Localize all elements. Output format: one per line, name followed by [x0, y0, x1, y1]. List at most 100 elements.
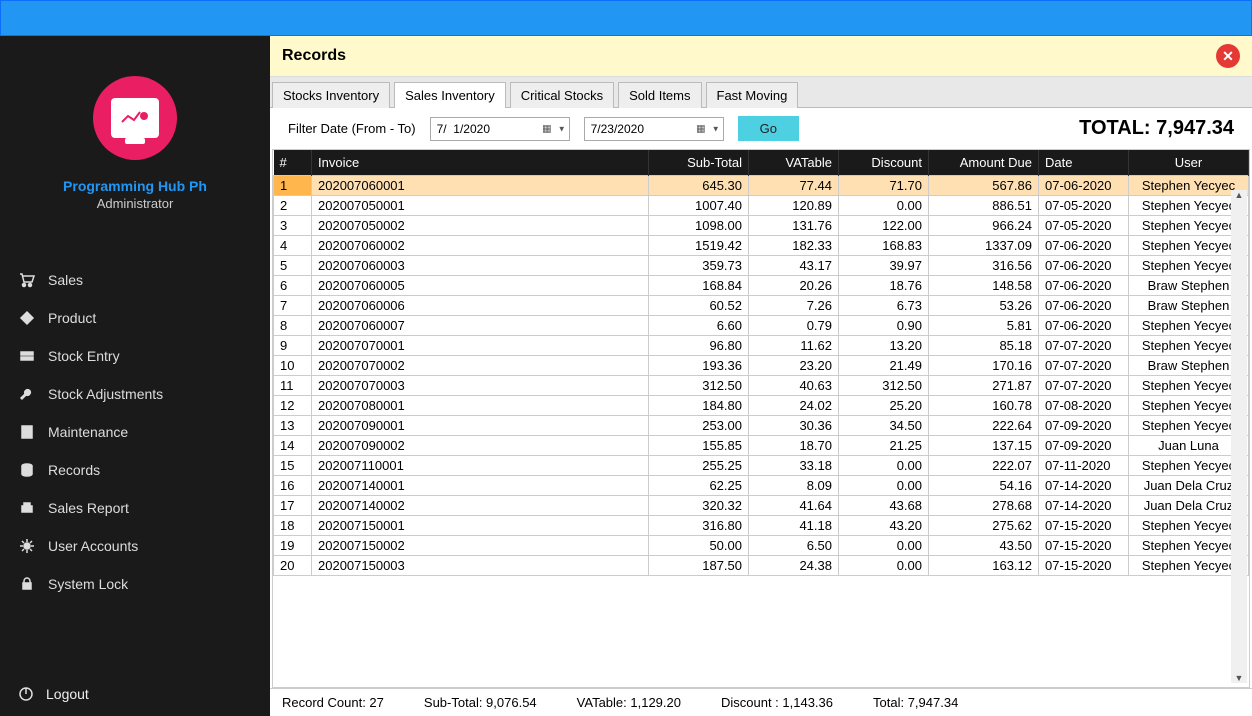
cell: 07-14-2020	[1039, 476, 1129, 496]
col-vatable[interactable]: VATable	[749, 150, 839, 176]
app-logo	[93, 76, 177, 160]
tab-sales-inventory[interactable]: Sales Inventory	[394, 82, 506, 108]
table-row[interactable]: 32020070500021098.00131.76122.00966.2407…	[274, 216, 1249, 236]
cell: 07-07-2020	[1039, 376, 1129, 396]
table-row[interactable]: 1620200714000162.258.090.0054.1607-14-20…	[274, 476, 1249, 496]
cell: 13	[274, 416, 312, 436]
cell: 202007060005	[312, 276, 649, 296]
table-row[interactable]: 14202007090002155.8518.7021.25137.1507-0…	[274, 436, 1249, 456]
table-row[interactable]: 720200706000660.527.266.7353.2607-06-202…	[274, 296, 1249, 316]
nav-item-system-lock[interactable]: System Lock	[0, 565, 270, 603]
table-row[interactable]: 920200707000196.8011.6213.2085.1807-07-2…	[274, 336, 1249, 356]
nav-label: System Lock	[48, 576, 128, 592]
cell: 07-09-2020	[1039, 436, 1129, 456]
cell: 7.26	[749, 296, 839, 316]
table-row[interactable]: 82020070600076.600.790.905.8107-06-2020S…	[274, 316, 1249, 336]
cell: 202007070003	[312, 376, 649, 396]
table-row[interactable]: 10202007070002193.3623.2021.49170.1607-0…	[274, 356, 1249, 376]
table-row[interactable]: 42020070600021519.42182.33168.831337.090…	[274, 236, 1249, 256]
cell: 18	[274, 516, 312, 536]
cell: 07-15-2020	[1039, 536, 1129, 556]
cell: 07-14-2020	[1039, 496, 1129, 516]
tag-icon	[18, 309, 36, 327]
tab-fast-moving[interactable]: Fast Moving	[706, 82, 799, 108]
close-button[interactable]: ✕	[1216, 44, 1240, 68]
nav-item-product[interactable]: Product	[0, 299, 270, 337]
title-bar	[0, 0, 1252, 36]
cell: 7	[274, 296, 312, 316]
nav-item-maintenance[interactable]: Maintenance	[0, 413, 270, 451]
table-row[interactable]: 15202007110001255.2533.180.00222.0707-11…	[274, 456, 1249, 476]
table-row[interactable]: 1202007060001645.3077.4471.70567.8607-06…	[274, 176, 1249, 196]
table-row[interactable]: 1920200715000250.006.500.0043.5007-15-20…	[274, 536, 1249, 556]
nav-item-stock-adjustments[interactable]: Stock Adjustments	[0, 375, 270, 413]
cell: 202007060001	[312, 176, 649, 196]
cell: 222.07	[929, 456, 1039, 476]
cell: 23.20	[749, 356, 839, 376]
table-row[interactable]: 12202007080001184.8024.0225.20160.7807-0…	[274, 396, 1249, 416]
nav-item-sales-report[interactable]: Sales Report	[0, 489, 270, 527]
table-row[interactable]: 13202007090001253.0030.3634.50222.6407-0…	[274, 416, 1249, 436]
nav-item-records[interactable]: Records	[0, 451, 270, 489]
nav-label: Stock Adjustments	[48, 386, 163, 402]
record-count: Record Count: 27	[282, 695, 384, 710]
cell: 13.20	[839, 336, 929, 356]
cell: 6.50	[749, 536, 839, 556]
cell: 222.64	[929, 416, 1039, 436]
table-row[interactable]: 5202007060003359.7343.1739.97316.5607-06…	[274, 256, 1249, 276]
col-amount-due[interactable]: Amount Due	[929, 150, 1039, 176]
cell: 07-15-2020	[1039, 556, 1129, 576]
cell: 168.83	[839, 236, 929, 256]
cell: 202007050001	[312, 196, 649, 216]
table-row[interactable]: 20202007150003187.5024.380.00163.1207-15…	[274, 556, 1249, 576]
cell: 07-08-2020	[1039, 396, 1129, 416]
cell: 316.56	[929, 256, 1039, 276]
nav-item-sales[interactable]: Sales	[0, 261, 270, 299]
date-from-input[interactable]	[430, 117, 570, 141]
cell: 202007150001	[312, 516, 649, 536]
records-header: Records ✕	[270, 36, 1252, 77]
brand-name: Programming Hub Ph	[63, 178, 207, 194]
nav-item-stock-entry[interactable]: Stock Entry	[0, 337, 270, 375]
table-row[interactable]: 17202007140002320.3241.6443.68278.6807-1…	[274, 496, 1249, 516]
scroll-up-icon[interactable]: ▲	[1235, 190, 1244, 200]
cell: 0.00	[839, 556, 929, 576]
table-row[interactable]: 18202007150001316.8041.1843.20275.6207-1…	[274, 516, 1249, 536]
cell: 163.12	[929, 556, 1039, 576]
cell: 12	[274, 396, 312, 416]
cell: 122.00	[839, 216, 929, 236]
col--[interactable]: #	[274, 150, 312, 176]
scroll-down-icon[interactable]: ▼	[1235, 673, 1244, 683]
cell: 71.70	[839, 176, 929, 196]
cell: 312.50	[839, 376, 929, 396]
cell: 202007090002	[312, 436, 649, 456]
col-sub-total[interactable]: Sub-Total	[649, 150, 749, 176]
date-to-input[interactable]	[584, 117, 724, 141]
cell: 0.00	[839, 196, 929, 216]
col-date[interactable]: Date	[1039, 150, 1129, 176]
cell: 07-07-2020	[1039, 356, 1129, 376]
cell: 202007060003	[312, 256, 649, 276]
table-row[interactable]: 22020070500011007.40120.890.00886.5107-0…	[274, 196, 1249, 216]
logout-button[interactable]: Logout	[0, 672, 270, 716]
nav-item-user-accounts[interactable]: User Accounts	[0, 527, 270, 565]
col-invoice[interactable]: Invoice	[312, 150, 649, 176]
cell: 320.32	[649, 496, 749, 516]
col-discount[interactable]: Discount	[839, 150, 929, 176]
tab-critical-stocks[interactable]: Critical Stocks	[510, 82, 614, 108]
cell: 202007050002	[312, 216, 649, 236]
table-row[interactable]: 11202007070003312.5040.63312.50271.8707-…	[274, 376, 1249, 396]
nav-label: Sales	[48, 272, 83, 288]
col-user[interactable]: User	[1129, 150, 1249, 176]
cell: 155.85	[649, 436, 749, 456]
sales-table-wrapper: #InvoiceSub-TotalVATableDiscountAmount D…	[272, 149, 1250, 688]
cell: 07-15-2020	[1039, 516, 1129, 536]
vertical-scrollbar[interactable]: ▲ ▼	[1231, 190, 1247, 683]
tab-sold-items[interactable]: Sold Items	[618, 82, 701, 108]
footer-total: Total: 7,947.34	[873, 695, 958, 710]
tab-stocks-inventory[interactable]: Stocks Inventory	[272, 82, 390, 108]
cell: 9	[274, 336, 312, 356]
cell: 24.38	[749, 556, 839, 576]
go-button[interactable]: Go	[738, 116, 799, 141]
table-row[interactable]: 6202007060005168.8420.2618.76148.5807-06…	[274, 276, 1249, 296]
